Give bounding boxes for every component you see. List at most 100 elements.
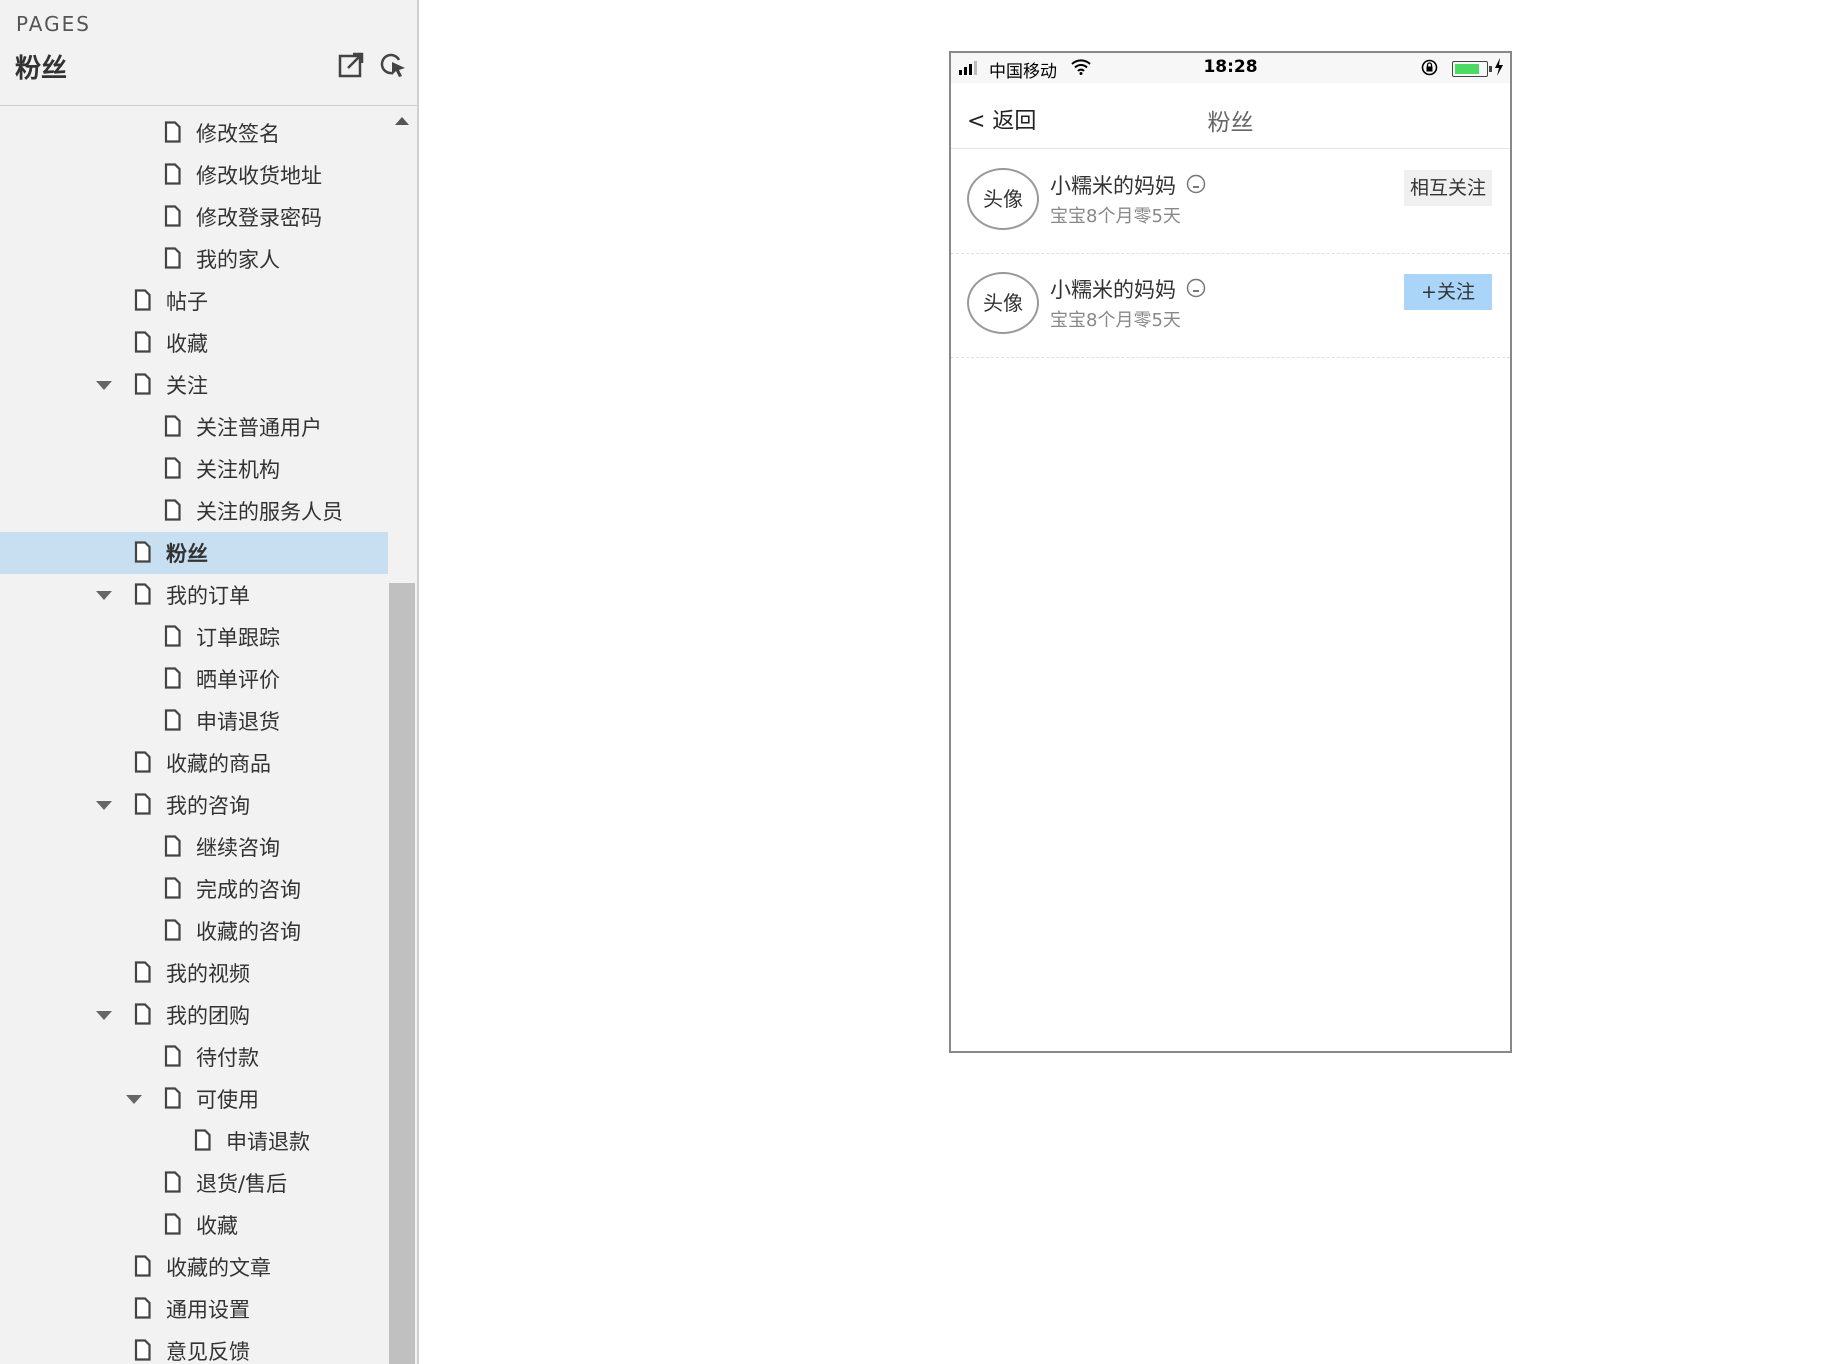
tree-item[interactable]: 我的团购 bbox=[0, 994, 388, 1036]
tree-item-label: 收藏 bbox=[196, 1214, 238, 1238]
mutual-follow-button[interactable]: 相互关注 bbox=[1403, 170, 1492, 206]
page-icon bbox=[164, 1213, 181, 1235]
tree-item[interactable]: 粉丝 bbox=[0, 532, 388, 574]
tree-item[interactable]: 修改登录密码 bbox=[0, 196, 388, 238]
tree-item-label: 收藏 bbox=[166, 332, 208, 356]
tree-item[interactable]: 申请退货 bbox=[0, 700, 388, 742]
avatar[interactable]: 头像 bbox=[967, 168, 1039, 230]
tree-item[interactable]: 收藏 bbox=[0, 1204, 388, 1246]
back-button[interactable]: < 返回 bbox=[967, 103, 1036, 135]
tree-item-label: 申请退货 bbox=[196, 710, 280, 734]
tree-item-label: 意见反馈 bbox=[166, 1340, 250, 1364]
expand-arrow-icon[interactable] bbox=[96, 801, 112, 810]
export-icon[interactable] bbox=[336, 50, 366, 80]
tree-item[interactable]: 我的咨询 bbox=[0, 784, 388, 826]
page-icon bbox=[164, 499, 181, 521]
gender-icon bbox=[1186, 174, 1206, 194]
page-icon bbox=[164, 415, 181, 437]
tree-item[interactable]: 关注的服务人员 bbox=[0, 490, 388, 532]
tree-item[interactable]: 申请退款 bbox=[0, 1120, 388, 1162]
tree-item-label: 订单跟踪 bbox=[196, 626, 280, 650]
page-icon bbox=[164, 919, 181, 941]
tree-item[interactable]: 订单跟踪 bbox=[0, 616, 388, 658]
battery-level-fill bbox=[1455, 64, 1479, 74]
tree-item[interactable]: 晒单评价 bbox=[0, 658, 388, 700]
page-icon bbox=[164, 625, 181, 647]
tree-item-label: 继续咨询 bbox=[196, 836, 280, 860]
tree-item[interactable]: 我的家人 bbox=[0, 238, 388, 280]
tree-item[interactable]: 我的订单 bbox=[0, 574, 388, 616]
scroll-up-arrow-icon[interactable] bbox=[395, 117, 409, 125]
tree-item-label: 修改收货地址 bbox=[196, 164, 322, 188]
charging-bolt-icon bbox=[1495, 58, 1503, 76]
tree-item-label: 我的视频 bbox=[166, 962, 250, 986]
page-icon bbox=[134, 961, 151, 983]
tree-item[interactable]: 我的视频 bbox=[0, 952, 388, 994]
pages-panel-header: PAGES 粉丝 bbox=[0, 0, 417, 106]
status-time: 18:28 bbox=[1203, 57, 1258, 77]
tree-item[interactable]: 关注机构 bbox=[0, 448, 388, 490]
tree-item[interactable]: 待付款 bbox=[0, 1036, 388, 1078]
tree-item-label: 关注普通用户 bbox=[196, 416, 322, 440]
tree-item[interactable]: 收藏的商品 bbox=[0, 742, 388, 784]
battery-tip bbox=[1489, 66, 1492, 72]
page-icon bbox=[134, 373, 151, 395]
page-icon bbox=[164, 457, 181, 479]
fan-list-item[interactable]: 头像 小糯米的妈妈 宝宝8个月零5天 +关注 bbox=[951, 254, 1510, 358]
tree-item[interactable]: 关注 bbox=[0, 364, 388, 406]
expand-arrow-icon[interactable] bbox=[96, 1011, 112, 1020]
tree-item[interactable]: 退货/售后 bbox=[0, 1162, 388, 1204]
tree-item[interactable]: 可使用 bbox=[0, 1078, 388, 1120]
battery-icon bbox=[1452, 61, 1488, 77]
status-bar: 中国移动 18:28 bbox=[951, 53, 1510, 83]
tree-item[interactable]: 关注普通用户 bbox=[0, 406, 388, 448]
tree-item[interactable]: 意见反馈 bbox=[0, 1330, 388, 1364]
tree-item-label: 关注 bbox=[166, 374, 208, 398]
follow-button[interactable]: +关注 bbox=[1404, 274, 1492, 310]
expand-arrow-icon[interactable] bbox=[96, 381, 112, 390]
tree-item-label: 我的订单 bbox=[166, 584, 250, 608]
page-icon bbox=[134, 541, 151, 563]
pages-section-label: PAGES bbox=[16, 12, 91, 36]
tree-item-label: 关注机构 bbox=[196, 458, 280, 482]
fan-name: 小糯米的妈妈 bbox=[1050, 174, 1176, 198]
tree-item-label: 收藏的文章 bbox=[166, 1256, 271, 1280]
wifi-icon bbox=[1071, 59, 1091, 75]
tree-item[interactable]: 收藏的咨询 bbox=[0, 910, 388, 952]
page-icon bbox=[164, 1171, 181, 1193]
page-icon bbox=[134, 1255, 151, 1277]
page-icon bbox=[164, 709, 181, 731]
tree-item[interactable]: 修改签名 bbox=[0, 112, 388, 154]
scrollbar-thumb[interactable] bbox=[389, 583, 415, 1364]
avatar[interactable]: 头像 bbox=[967, 272, 1039, 334]
tree-item-label: 完成的咨询 bbox=[196, 878, 301, 902]
tree-item-label: 晒单评价 bbox=[196, 668, 280, 692]
expand-arrow-icon[interactable] bbox=[126, 1095, 142, 1104]
page-icon bbox=[164, 247, 181, 269]
tree-item[interactable]: 收藏的文章 bbox=[0, 1246, 388, 1288]
tree-item[interactable]: 修改收货地址 bbox=[0, 154, 388, 196]
expand-arrow-icon[interactable] bbox=[96, 591, 112, 600]
page-icon bbox=[134, 1003, 151, 1025]
tree-item[interactable]: 帖子 bbox=[0, 280, 388, 322]
page-icon bbox=[164, 1045, 181, 1067]
gender-icon bbox=[1186, 278, 1206, 298]
current-page-title: 粉丝 bbox=[15, 54, 68, 84]
fan-list-item[interactable]: 头像 小糯米的妈妈 宝宝8个月零5天 相互关注 bbox=[951, 150, 1510, 254]
tree-item-label: 粉丝 bbox=[166, 542, 208, 566]
page-icon bbox=[134, 1297, 151, 1319]
page-icon bbox=[134, 583, 151, 605]
tree-item-label: 我的咨询 bbox=[166, 794, 250, 818]
tree-item[interactable]: 通用设置 bbox=[0, 1288, 388, 1330]
page-tree-scrollbar[interactable] bbox=[389, 107, 415, 1364]
tree-item-label: 帖子 bbox=[166, 290, 208, 314]
navigate-icon[interactable] bbox=[378, 50, 408, 80]
tree-item-label: 收藏的咨询 bbox=[196, 920, 301, 944]
tree-item[interactable]: 收藏 bbox=[0, 322, 388, 364]
fan-name: 小糯米的妈妈 bbox=[1050, 278, 1176, 302]
signal-icon bbox=[959, 61, 977, 75]
tree-item[interactable]: 继续咨询 bbox=[0, 826, 388, 868]
tree-item-label: 修改签名 bbox=[196, 122, 280, 146]
tree-item[interactable]: 完成的咨询 bbox=[0, 868, 388, 910]
page-icon bbox=[194, 1129, 211, 1151]
